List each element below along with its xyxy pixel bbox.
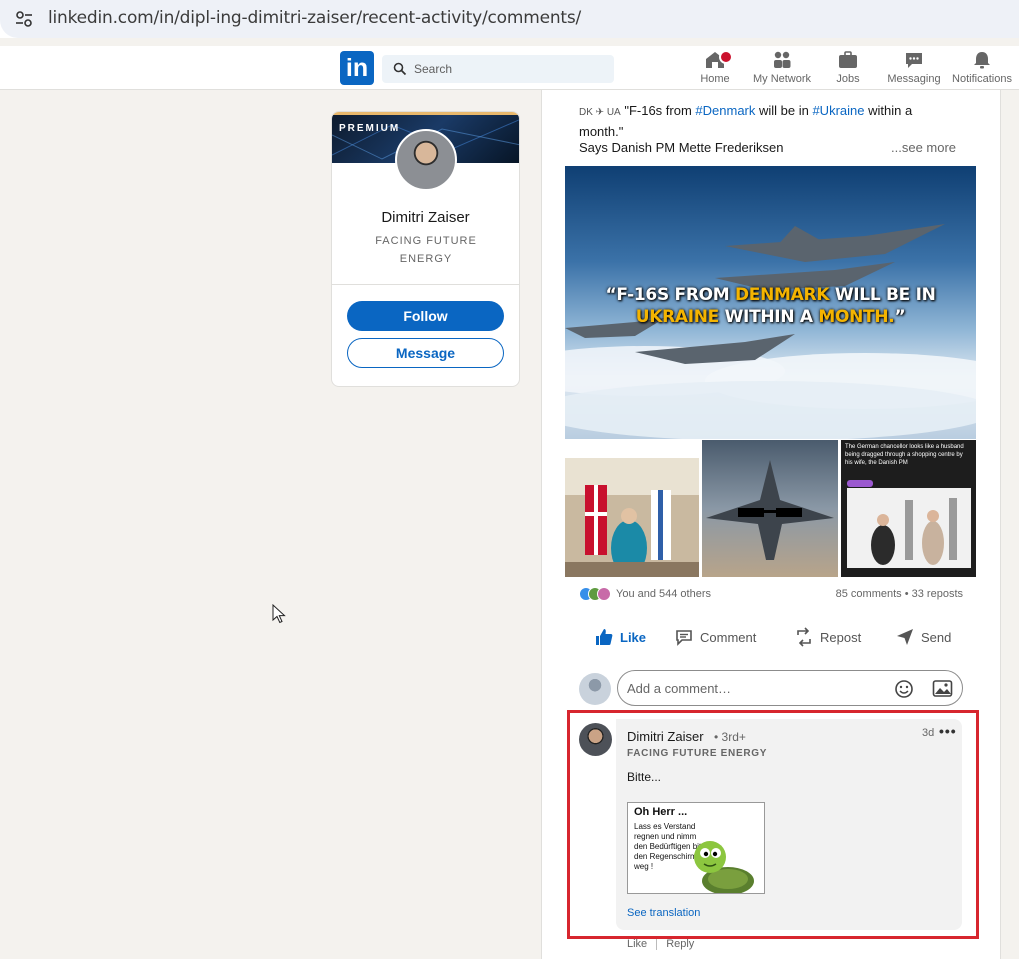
- hashtag-ukraine[interactable]: #Ukraine: [812, 103, 864, 118]
- nav-label-jobs: Jobs: [836, 73, 860, 85]
- address-bar-field[interactable]: linkedin.com/in/dipl-ing-dimitri-zaiser/…: [0, 0, 1019, 38]
- caption-highlight: DENMARK: [735, 285, 830, 305]
- send-label: Send: [921, 629, 952, 645]
- post-text-part: will be in: [755, 103, 813, 118]
- post-image-thumbnails: The German chancellor looks like a husba…: [565, 440, 976, 577]
- comment-like-button[interactable]: Like: [627, 938, 647, 950]
- repost-button[interactable]: Repost: [794, 620, 861, 654]
- comment-bubble: Dimitri Zaiser • 3rd+ 3d ••• FACING FUTU…: [616, 719, 962, 930]
- social-counts: You and 544 others 85 comments • 33 repo…: [579, 587, 963, 603]
- jet-front-illustration: [706, 460, 834, 560]
- comment-image[interactable]: Oh Herr ... Lass es Verstand regnen und …: [627, 802, 765, 894]
- caption-part: WITHIN A: [718, 307, 819, 327]
- url-text[interactable]: linkedin.com/in/dipl-ing-dimitri-zaiser/…: [48, 8, 581, 28]
- nav-label-my-network: My Network: [752, 73, 812, 85]
- top-navigation: in Search Home My Network Jobs Messaging…: [0, 46, 1019, 90]
- caption-highlight: MONTH.: [818, 307, 895, 327]
- mouse-cursor-icon: [272, 604, 286, 624]
- comment-more-button[interactable]: •••: [939, 723, 957, 739]
- post-text: DK ✈ UA "F-16s from #Denmark will be in …: [579, 101, 959, 141]
- nav-label-home: Home: [700, 73, 730, 85]
- comment-button[interactable]: Comment: [674, 620, 756, 654]
- search-placeholder: Search: [414, 62, 453, 76]
- turtle-cartoon-icon: [694, 841, 754, 893]
- thumbnail-caption: The German chancellor looks like a husba…: [845, 444, 964, 466]
- caption-part: “F-16S FROM: [605, 285, 735, 305]
- profile-name[interactable]: Dimitri Zaiser: [332, 209, 519, 226]
- nav-label-messaging: Messaging: [887, 73, 941, 85]
- add-comment-placeholder: Add a comment…: [627, 681, 732, 696]
- reaction-icons[interactable]: [579, 587, 613, 601]
- follow-button[interactable]: Follow: [347, 301, 504, 331]
- nav-item-jobs[interactable]: Jobs: [812, 50, 884, 88]
- messaging-icon: [906, 53, 922, 68]
- hashtag-denmark[interactable]: #Denmark: [695, 103, 755, 118]
- comment-icon: [676, 630, 692, 646]
- comment-author-avatar[interactable]: [579, 723, 612, 756]
- network-icon: [774, 51, 791, 68]
- comment-author-name[interactable]: Dimitri Zaiser: [627, 729, 704, 744]
- like-button[interactable]: Like: [594, 620, 646, 654]
- site-settings-icon[interactable]: [14, 9, 34, 29]
- linkedin-logo[interactable]: in: [340, 51, 374, 85]
- nav-item-notifications[interactable]: Notifications: [946, 50, 1018, 88]
- post-text-line2: Says Danish PM Mette Frederiksen: [579, 140, 784, 155]
- caption-part: ”: [894, 307, 906, 327]
- message-button[interactable]: Message: [347, 338, 504, 368]
- caption-highlight: UKRAINE: [635, 307, 720, 327]
- press-conference-illustration: [565, 485, 699, 577]
- connection-degree: • 3rd+: [714, 730, 746, 744]
- comment-label: Comment: [700, 629, 757, 645]
- emoji-icon[interactable]: [894, 679, 914, 699]
- meme-title: Oh Herr ...: [634, 806, 688, 818]
- comments-reposts-count[interactable]: 85 comments • 33 reposts: [836, 588, 963, 600]
- thumbnail-f16-sunglasses[interactable]: [702, 440, 838, 577]
- post-image-main[interactable]: “F-16S FROM DENMARK WILL BE IN UKRAINE WI…: [565, 166, 976, 439]
- comment-timestamp: 3d: [922, 727, 935, 739]
- comment-author-headline: FACING FUTURE ENERGY: [627, 748, 768, 759]
- briefcase-icon: [839, 51, 857, 68]
- comment-actions: Like Reply: [627, 938, 694, 950]
- add-comment-row: Add a comment…: [579, 670, 963, 708]
- comment-reply-button[interactable]: Reply: [666, 938, 694, 950]
- thumbnail-chancellor-meme[interactable]: The German chancellor looks like a husba…: [841, 440, 976, 577]
- flags-prefix: DK ✈ UA: [579, 107, 621, 118]
- add-comment-input[interactable]: Add a comment…: [617, 670, 963, 706]
- post-actions: Like Comment Repost Send: [579, 620, 963, 654]
- nav-item-home[interactable]: Home: [679, 50, 751, 88]
- reactions-count[interactable]: You and 544 others: [616, 588, 711, 600]
- divider: [332, 284, 519, 285]
- love-reaction-icon: [597, 587, 611, 601]
- repost-label: Repost: [820, 629, 862, 645]
- notification-badge: [719, 50, 733, 64]
- premium-badge: PREMIUM: [339, 123, 401, 134]
- profile-card: PREMIUM Dimitri Zaiser FACING FUTURE ENE…: [331, 111, 520, 387]
- image-caption: “F-16S FROM DENMARK WILL BE IN UKRAINE WI…: [565, 284, 976, 328]
- nav-item-my-network[interactable]: My Network: [746, 50, 818, 88]
- browser-address-bar: linkedin.com/in/dipl-ing-dimitri-zaiser/…: [0, 0, 1019, 38]
- search-input[interactable]: Search: [382, 55, 614, 83]
- thumbs-up-icon: [596, 629, 613, 645]
- post-text-part: "F-16s from: [620, 103, 696, 118]
- thumbnail-press-conference[interactable]: [565, 440, 699, 577]
- search-icon: [393, 62, 407, 76]
- send-button[interactable]: Send: [895, 620, 951, 654]
- image-upload-icon[interactable]: [932, 679, 953, 698]
- nav-item-messaging[interactable]: Messaging: [878, 50, 950, 88]
- send-icon: [897, 629, 913, 645]
- see-more-link[interactable]: ...see more: [891, 140, 956, 155]
- profile-headline: FACING FUTURE ENERGY: [375, 235, 477, 265]
- profile-avatar[interactable]: [395, 129, 457, 191]
- caption-part: WILL BE IN: [829, 285, 936, 305]
- nav-label-notifications: Notifications: [952, 73, 1012, 85]
- like-label: Like: [620, 629, 647, 645]
- bell-icon: [974, 52, 990, 69]
- see-translation-link[interactable]: See translation: [627, 907, 700, 919]
- comment-text: Bitte...: [627, 770, 662, 784]
- current-user-avatar: [579, 673, 611, 705]
- divider: [656, 938, 658, 950]
- repost-icon: [797, 627, 811, 647]
